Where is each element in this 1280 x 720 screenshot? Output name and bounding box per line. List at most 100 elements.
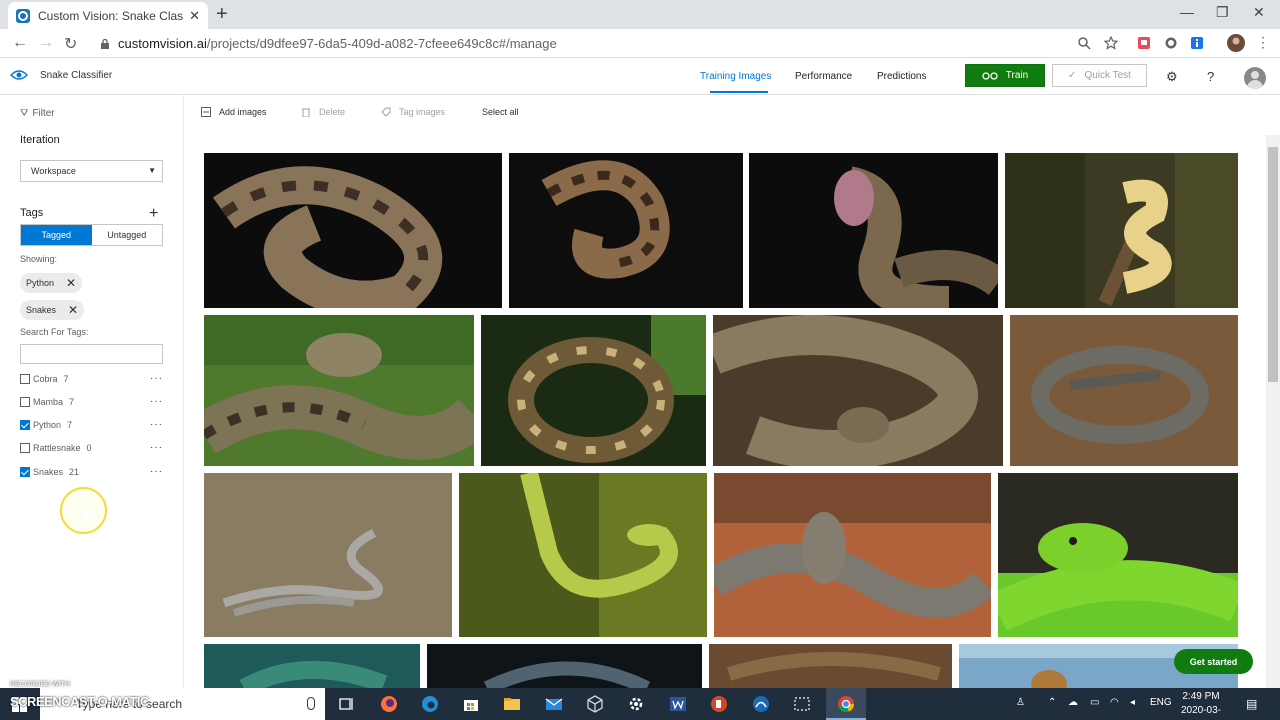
extension-pocket-icon[interactable] [1137,36,1151,50]
tag-count: 7 [69,397,75,407]
word-icon[interactable] [669,695,687,713]
iteration-dropdown[interactable]: Workspace ▼ [20,160,163,182]
close-window-icon[interactable]: ✕ [1253,4,1265,21]
file-explorer-icon[interactable] [503,695,521,713]
image-tile[interactable] [427,644,702,688]
user-avatar[interactable] [1244,67,1266,89]
help-icon[interactable]: ? [1207,69,1214,84]
delete-button[interactable]: Delete [301,107,345,117]
image-tile[interactable] [749,153,998,308]
tag-row-cobra[interactable]: Cobra 7 ··· [20,371,165,387]
iteration-heading: Iteration [20,134,60,146]
edge-icon[interactable] [421,695,439,713]
extension-circle-icon[interactable] [1164,36,1178,50]
more-options-icon[interactable]: ··· [150,466,163,477]
more-options-icon[interactable]: ··· [150,419,163,430]
image-tile[interactable] [459,473,707,637]
more-options-icon[interactable]: ··· [150,442,163,453]
windows-taskbar: Type here to search ♙ ⌃ ☁ ▭ ◠ ◂ ENG 2:49… [0,688,1280,720]
task-view-icon[interactable] [338,695,356,713]
browser-menu-icon[interactable]: ⋮ [1256,34,1270,51]
train-button[interactable]: Train [965,64,1045,87]
minimize-icon[interactable]: — [1180,4,1194,20]
3d-box-icon[interactable] [586,695,604,713]
image-tile[interactable] [998,473,1238,637]
profile-avatar-icon[interactable] [1227,34,1245,52]
firefox-icon[interactable] [380,695,398,713]
tag-checkbox[interactable] [20,443,30,453]
tab-close-icon[interactable]: ✕ [189,8,200,24]
image-tile[interactable] [713,315,1003,466]
people-icon[interactable]: ♙ [1016,697,1025,708]
forward-icon[interactable]: → [38,34,54,52]
untagged-tab[interactable]: Untagged [92,225,163,245]
image-tile[interactable] [709,644,952,688]
tag-checkbox[interactable] [20,397,30,407]
image-tile[interactable] [481,315,706,466]
clock[interactable]: 2:49 PM 2020-03-28 [1176,690,1226,720]
settings-gear-icon[interactable]: ⚙ [1166,69,1178,85]
tagged-tab[interactable]: Tagged [21,225,92,245]
filter-toggle[interactable]: ⛛ Filter [20,108,55,119]
select-all-button[interactable]: Select all [482,107,519,117]
tab-training-images[interactable]: Training Images [700,71,771,82]
chrome-taskbar-active[interactable] [826,688,866,720]
bookmark-star-icon[interactable] [1104,36,1118,50]
remote-app-icon[interactable] [752,695,770,713]
tag-row-mamba[interactable]: Mamba 7 ··· [20,394,165,410]
image-tile[interactable] [509,153,743,308]
settings-icon[interactable] [627,695,645,713]
page-scrollbar[interactable] [1266,135,1280,688]
add-images-button[interactable]: Add images [201,107,267,117]
tab-predictions[interactable]: Predictions [877,71,926,82]
tag-row-rattlesnake[interactable]: Rattlesnake 0 ··· [20,440,165,456]
tag-checkbox[interactable] [20,420,30,430]
remove-chip-icon[interactable]: ✕ [68,303,78,317]
tag-row-snakes[interactable]: Snakes 21 ··· [20,464,165,480]
tag-checkbox[interactable] [20,374,30,384]
add-tag-plus-icon[interactable]: + [149,205,158,223]
mail-icon[interactable] [545,695,563,713]
tab-performance[interactable]: Performance [795,71,852,82]
language-indicator[interactable]: ENG [1150,697,1172,708]
new-tab-button[interactable]: + [216,4,228,24]
volume-icon[interactable]: ◂ [1130,697,1135,708]
get-started-button[interactable]: Get started [1174,649,1253,674]
wifi-icon[interactable]: ◠ [1110,697,1119,708]
remove-chip-icon[interactable]: ✕ [66,276,76,290]
image-tile[interactable] [714,473,991,637]
tag-checkbox[interactable] [20,467,30,477]
tag-row-python[interactable]: Python 7 ··· [20,417,165,433]
image-grid [185,135,1265,688]
image-tile[interactable] [204,644,420,688]
more-options-icon[interactable]: ··· [150,396,163,407]
scrollbar-thumb[interactable] [1268,147,1278,382]
zoom-icon[interactable] [1077,36,1091,50]
quick-test-button[interactable]: ✓ Quick Test [1052,64,1147,87]
maximize-icon[interactable]: ❐ [1216,4,1229,21]
microphone-icon[interactable] [307,697,315,710]
snipping-tool-icon[interactable] [793,695,811,713]
search-tags-input[interactable] [20,344,163,364]
more-options-icon[interactable]: ··· [150,373,163,384]
image-tile[interactable] [204,315,474,466]
extension-info-icon[interactable] [1190,36,1204,50]
tray-chevron-icon[interactable]: ⌃ [1048,697,1056,708]
image-tile[interactable] [204,473,452,637]
reload-icon[interactable]: ↻ [64,34,77,54]
tag-images-button[interactable]: Tag images [381,107,445,117]
back-icon[interactable]: ← [12,34,28,52]
tag-name: Snakes [33,467,64,477]
address-bar[interactable]: customvision.ai/projects/d9dfee97-6da5-4… [90,32,1125,55]
onedrive-icon[interactable]: ☁ [1068,697,1078,708]
browser-tab[interactable]: Custom Vision: Snake Classifier - ✕ [8,2,208,29]
powerpoint-icon[interactable] [710,695,728,713]
store-icon[interactable] [462,695,480,713]
browser-tabbar: Custom Vision: Snake Classifier - ✕ + — … [0,0,1280,29]
notifications-icon[interactable]: ▤ [1246,697,1257,711]
battery-icon[interactable]: ▭ [1090,697,1099,708]
image-tile[interactable] [1010,315,1238,466]
search-tags-label: Search For Tags: [20,327,89,337]
image-tile[interactable] [204,153,502,308]
image-tile[interactable] [1005,153,1238,308]
